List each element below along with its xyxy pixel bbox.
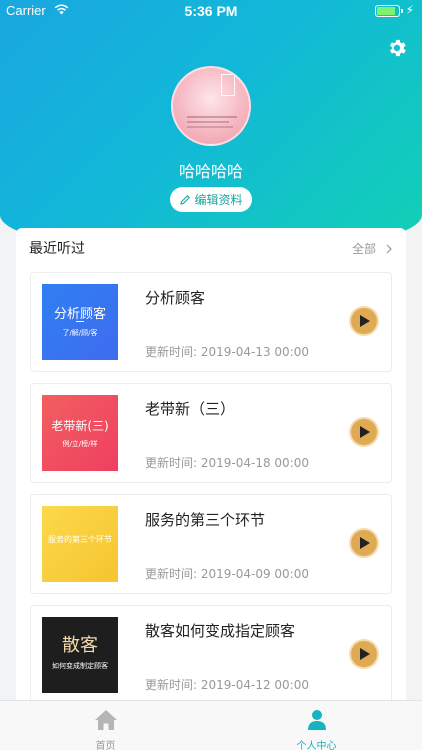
- view-all-link[interactable]: 全部: [352, 240, 392, 257]
- item-update-time: 更新时间: 2019-04-12 00:00: [145, 678, 309, 692]
- tab-bar: 首页 个人中心: [0, 700, 422, 750]
- play-icon: [360, 648, 370, 660]
- edit-profile-button[interactable]: 编辑资料: [170, 187, 252, 212]
- recent-card: 最近听过 全部 分析顾客 了/解/顾/客 分析顾客 更新时间: 2019-04-…: [16, 228, 406, 705]
- status-bar: Carrier 5:36 PM ⚡: [0, 0, 422, 22]
- item-title: 老带新（三）: [145, 400, 236, 418]
- course-thumbnail: 分析顾客 了/解/顾/客: [42, 284, 118, 360]
- item-update-time: 更新时间: 2019-04-13 00:00: [145, 345, 309, 359]
- home-icon: [95, 710, 117, 730]
- settings-gear-icon[interactable]: [386, 37, 408, 59]
- avatar[interactable]: [171, 66, 251, 146]
- play-button[interactable]: [351, 419, 377, 445]
- course-thumbnail: 散客 如何变成制定顾客: [42, 617, 118, 693]
- username: 哈哈哈哈: [178, 162, 243, 181]
- person-icon: [308, 710, 326, 730]
- tab-profile[interactable]: 个人中心: [211, 701, 422, 750]
- list-item[interactable]: 服务的第三个环节 服务的第三个环节 更新时间: 2019-04-09 00:00: [30, 494, 392, 594]
- item-title: 散客如何变成指定顾客: [145, 622, 296, 640]
- clock: 5:36 PM: [184, 3, 238, 19]
- item-update-time: 更新时间: 2019-04-09 00:00: [145, 567, 309, 581]
- play-icon: [360, 426, 370, 438]
- tab-home[interactable]: 首页: [0, 701, 211, 750]
- list-item[interactable]: 分析顾客 了/解/顾/客 分析顾客 更新时间: 2019-04-13 00:00: [30, 272, 392, 372]
- play-icon: [360, 315, 370, 327]
- item-title: 分析顾客: [145, 289, 206, 307]
- tab-home-label: 首页: [95, 741, 116, 750]
- play-icon: [360, 537, 370, 549]
- course-thumbnail: 服务的第三个环节: [42, 506, 118, 582]
- edit-profile-label: 编辑资料: [194, 193, 243, 207]
- item-update-time: 更新时间: 2019-04-18 00:00: [145, 456, 309, 470]
- course-thumbnail: 老带新(三) 例/立/榜/样: [42, 395, 118, 471]
- battery-icon: [375, 5, 403, 17]
- chevron-right-icon: [386, 244, 392, 253]
- play-button[interactable]: [351, 641, 377, 667]
- play-button[interactable]: [351, 530, 377, 556]
- play-button[interactable]: [351, 308, 377, 334]
- tab-profile-label: 个人中心: [296, 741, 337, 750]
- list-item[interactable]: 老带新(三) 例/立/榜/样 老带新（三） 更新时间: 2019-04-18 0…: [30, 383, 392, 483]
- recent-title: 最近听过: [29, 241, 85, 257]
- list-item[interactable]: 散客 如何变成制定顾客 散客如何变成指定顾客 更新时间: 2019-04-12 …: [30, 605, 392, 705]
- pencil-icon: [180, 194, 191, 205]
- item-title: 服务的第三个环节: [145, 511, 266, 529]
- view-all-label: 全部: [351, 242, 376, 256]
- charging-icon: ⚡: [405, 3, 414, 17]
